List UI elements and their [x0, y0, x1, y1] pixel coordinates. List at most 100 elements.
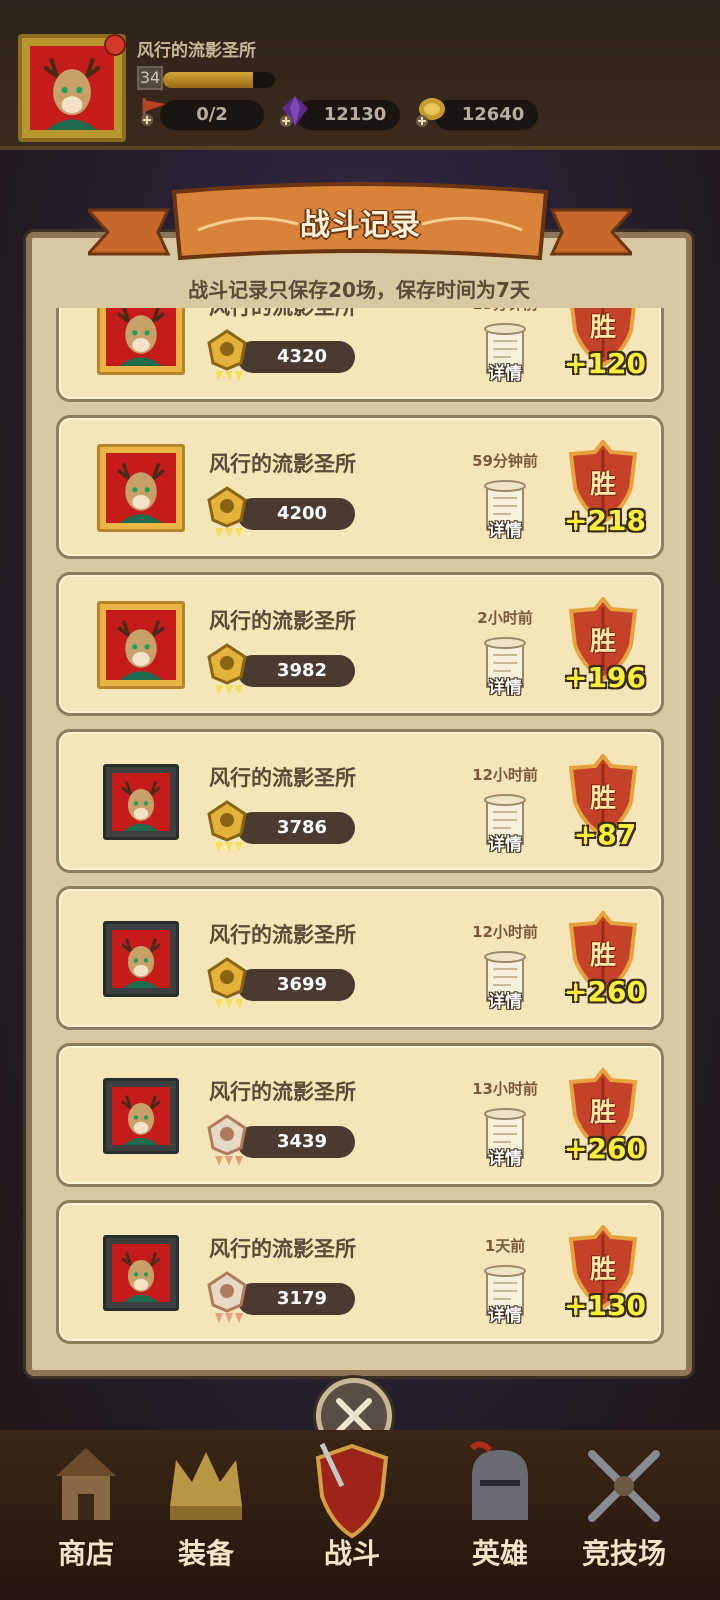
detail-label: 详情	[488, 835, 522, 855]
battle-record-card[interactable]: 风行的流影圣所 3439 13小时前详情 胜 +260	[56, 1043, 664, 1187]
opponent-score: 3786	[237, 812, 355, 844]
detail-label: 详情	[488, 364, 522, 384]
nav-label: 战斗	[323, 1537, 380, 1570]
bottom-navigation: 商店 装备 战斗 英雄 竞技场	[0, 1430, 720, 1600]
record-list[interactable]: 风行的流影圣所432015分钟前详情胜+120风行的流影圣所420059分钟前详…	[46, 308, 672, 1348]
stamina-counter: 0/2	[160, 100, 264, 130]
detail-label: 详情	[488, 1149, 522, 1169]
record-time: 2小时前	[477, 609, 533, 627]
nav-item-shop[interactable]: 商店	[26, 1430, 146, 1600]
win-label: 胜	[589, 784, 616, 814]
deer-portrait-icon	[106, 610, 176, 680]
shop-icon	[56, 1448, 116, 1520]
battle-shield-icon	[315, 1442, 389, 1539]
deer-portrait-icon	[106, 453, 176, 523]
opponent-avatar[interactable]	[103, 921, 179, 997]
detail-label: 详情	[488, 678, 522, 698]
gold-rank-badge-icon	[207, 957, 247, 1009]
top-status-bar: 风行的流影圣所 34 0/2 12130 12640	[0, 0, 720, 150]
flag-plus-icon[interactable]	[138, 94, 172, 128]
opponent-avatar[interactable]	[103, 1078, 179, 1154]
battle-record-panel: 战斗记录只保存20场，保存时间为7天 风行的流影圣所432015分钟前详情胜+1…	[26, 232, 692, 1376]
opponent-avatar[interactable]	[97, 308, 185, 375]
title-ribbon: 战斗记录	[88, 180, 632, 280]
score-delta: +130	[564, 1289, 646, 1322]
score-delta: +120	[564, 347, 646, 380]
deer-portrait-icon	[112, 1087, 170, 1145]
deer-portrait-icon	[106, 308, 176, 366]
opponent-score: 3179	[237, 1283, 355, 1315]
notification-dot	[104, 34, 126, 56]
deer-portrait-icon	[30, 46, 114, 130]
win-label: 胜	[589, 627, 616, 657]
opponent-score: 4200	[237, 498, 355, 530]
opponent-name: 风行的流影圣所	[209, 1237, 356, 1261]
nav-item-crossed-swords[interactable]: 竞技场	[564, 1430, 684, 1600]
silver-rank-badge-icon	[207, 1114, 247, 1166]
score-delta: +260	[564, 975, 646, 1008]
gold-rank-badge-icon	[207, 329, 247, 381]
crown-icon	[170, 1452, 242, 1520]
record-time: 13小时前	[472, 1080, 538, 1098]
score-delta: +87	[573, 818, 637, 851]
knight-helmet-icon	[469, 1441, 528, 1520]
win-label: 胜	[589, 941, 616, 971]
gold-rank-badge-icon	[207, 643, 247, 695]
opponent-name: 风行的流影圣所	[209, 766, 356, 790]
record-time: 59分钟前	[472, 452, 538, 470]
purple-gem-plus-icon[interactable]	[278, 94, 312, 128]
deer-portrait-icon	[112, 930, 170, 988]
xp-progress-bar	[163, 72, 275, 88]
opponent-avatar[interactable]	[97, 444, 185, 532]
nav-label: 英雄	[471, 1537, 528, 1570]
opponent-score: 3982	[237, 655, 355, 687]
panel-title: 战斗记录	[300, 208, 420, 243]
nav-item-battle-shield[interactable]: 战斗	[292, 1430, 432, 1600]
nav-label: 装备	[177, 1537, 234, 1570]
silver-rank-badge-icon	[207, 1271, 247, 1323]
opponent-name: 风行的流影圣所	[209, 609, 356, 633]
win-label: 胜	[589, 1255, 616, 1285]
player-level: 34	[137, 66, 163, 90]
record-time: 15分钟前	[455, 308, 555, 314]
opponent-name: 风行的流影圣所	[209, 308, 356, 321]
win-label: 胜	[589, 1098, 616, 1128]
battle-record-card[interactable]: 风行的流影圣所 4200 59分钟前 详情 胜 +218	[56, 415, 664, 559]
detail-label: 详情	[488, 521, 522, 541]
detail-label: 详情	[488, 992, 522, 1012]
battle-record-card[interactable]: 风行的流影圣所 3982 2小时前详情 胜 +196	[56, 572, 664, 716]
crossed-swords-icon	[588, 1450, 660, 1522]
deer-portrait-icon	[112, 773, 170, 831]
opponent-avatar[interactable]	[103, 1235, 179, 1311]
record-time: 12小时前	[472, 923, 538, 941]
record-time: 1天前	[484, 1237, 526, 1255]
nav-item-crown[interactable]: 装备	[146, 1430, 266, 1600]
gold-rank-badge-icon	[207, 800, 247, 852]
nav-label: 商店	[57, 1537, 114, 1570]
detail-label: 详情	[488, 1306, 522, 1326]
nav-label: 竞技场	[581, 1537, 666, 1570]
opponent-avatar[interactable]	[103, 764, 179, 840]
battle-record-card[interactable]: 风行的流影圣所 3179 1天前详情 胜 +130	[56, 1200, 664, 1344]
opponent-avatar[interactable]	[97, 601, 185, 689]
xp-progress-fill	[163, 72, 253, 88]
gold-coin-plus-icon[interactable]	[414, 94, 448, 128]
score-delta: +260	[564, 1132, 646, 1165]
coin-counter: 12640	[434, 100, 538, 130]
battle-record-card[interactable]: 风行的流影圣所 3786 12小时前详情 胜 +87	[56, 729, 664, 873]
gold-rank-badge-icon	[207, 486, 247, 538]
opponent-score: 3439	[237, 1126, 355, 1158]
score-delta: +218	[564, 504, 646, 537]
record-time: 12小时前	[472, 766, 538, 784]
deer-portrait-icon	[112, 1244, 170, 1302]
opponent-score: 4320	[237, 341, 355, 373]
score-delta: +196	[564, 661, 646, 694]
battle-record-card[interactable]: 风行的流影圣所 4320 15分钟前详情 胜 +120	[56, 308, 664, 402]
battle-record-card[interactable]: 风行的流影圣所 3699 12小时前详情 胜 +260	[56, 886, 664, 1030]
player-name: 风行的流影圣所	[137, 41, 256, 61]
opponent-score: 3699	[237, 969, 355, 1001]
nav-item-knight-helmet[interactable]: 英雄	[440, 1430, 560, 1600]
win-label: 胜	[589, 470, 616, 500]
opponent-name: 风行的流影圣所	[209, 923, 356, 947]
opponent-name: 风行的流影圣所	[209, 1080, 356, 1104]
